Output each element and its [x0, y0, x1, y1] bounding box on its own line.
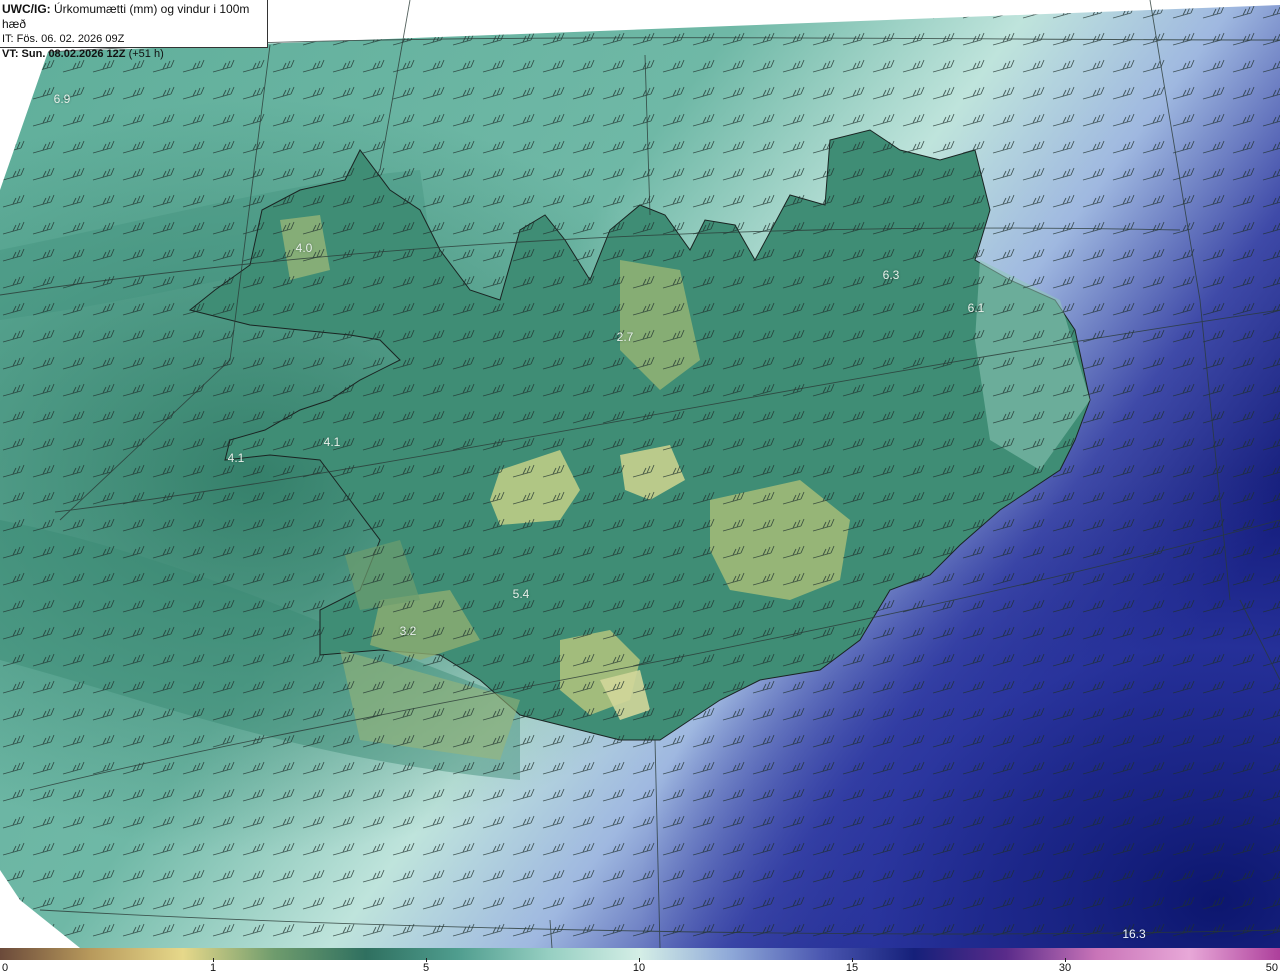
- colorbar-tick-label: 1: [209, 962, 217, 974]
- colorbar-tick-label: 0: [2, 962, 9, 974]
- map-value-label: 4.0: [295, 241, 313, 255]
- lead-time: (+51 h): [128, 48, 164, 60]
- map-value-label: 3.2: [399, 624, 417, 638]
- map-value-label: 6.1: [967, 301, 985, 315]
- map-value-label: 6.3: [882, 268, 900, 282]
- precipitation-map: [0, 0, 1280, 948]
- map-value-label: 4.1: [323, 435, 341, 449]
- map-value-label: 6.9: [53, 92, 71, 106]
- map-value-label: 2.7: [616, 330, 634, 344]
- map-title-box: UWC/IG: Úrkomumætti (mm) og vindur i 100…: [0, 0, 268, 60]
- map-value-label: 4.1: [227, 451, 245, 465]
- colorbar-tick-label: 30: [1058, 962, 1072, 974]
- map-value-label: 5.4: [512, 587, 530, 601]
- init-time: IT: Fös. 06. 02. 2026 09Z: [2, 33, 125, 45]
- colorbar-tick-label: 15: [845, 962, 859, 974]
- colorbar-gradient: [0, 948, 1280, 960]
- map-value-label: 16.3: [1122, 927, 1146, 941]
- colorbar: [0, 948, 1280, 960]
- colorbar-tick-label: 5: [422, 962, 430, 974]
- colorbar-tick-label: 50: [1265, 962, 1278, 974]
- colorbar-tick-label: 10: [632, 962, 646, 974]
- map-area: UWC/IG: Úrkomumætti (mm) og vindur i 100…: [0, 0, 1280, 948]
- model-code: UWC/IG:: [2, 2, 51, 16]
- valid-time: VT: Sun. 08.02.2026 12Z: [2, 48, 126, 60]
